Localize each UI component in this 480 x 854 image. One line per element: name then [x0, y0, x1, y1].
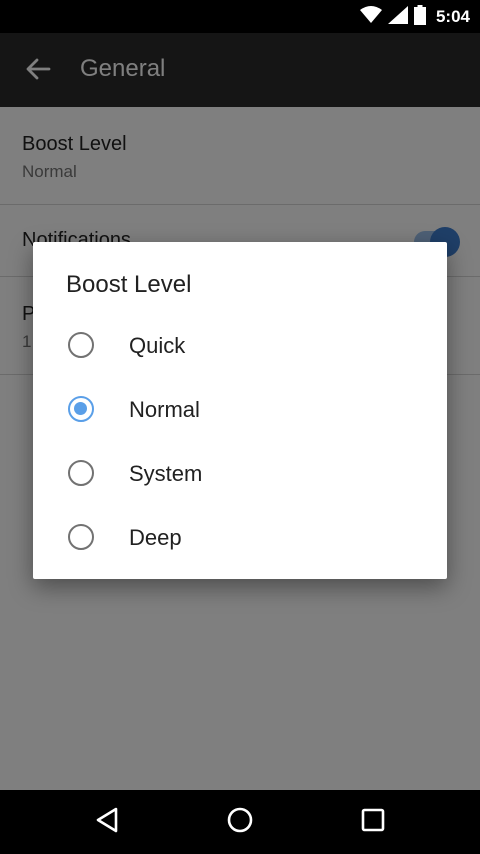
radio-button[interactable] — [68, 524, 94, 550]
radio-button[interactable] — [68, 332, 94, 358]
option-label: System — [129, 461, 203, 486]
option-label: Normal — [129, 397, 200, 422]
status-icons: 5:04 — [359, 4, 470, 30]
radio-button-checked[interactable] — [68, 396, 94, 422]
nav-back-button[interactable] — [89, 804, 125, 840]
option-quick[interactable]: Quick — [33, 313, 447, 377]
home-circle-icon — [226, 806, 254, 839]
option-normal[interactable]: Normal — [33, 377, 447, 441]
option-label: Quick — [129, 333, 186, 358]
navigation-bar — [0, 790, 480, 854]
signal-icon — [387, 5, 408, 29]
status-time: 5:04 — [435, 7, 470, 26]
status-bar: 5:04 — [0, 0, 480, 33]
recents-square-icon — [360, 807, 386, 838]
nav-recents-button[interactable] — [355, 804, 391, 840]
back-triangle-icon — [94, 806, 120, 839]
option-label: Deep — [129, 525, 182, 550]
wifi-icon — [359, 5, 382, 29]
nav-home-button[interactable] — [222, 804, 258, 840]
boost-level-dialog: Boost Level Quick Normal System Deep — [33, 242, 447, 579]
dialog-title: Boost Level — [66, 271, 192, 298]
option-deep[interactable]: Deep — [33, 505, 447, 569]
battery-icon — [413, 4, 426, 30]
radio-button[interactable] — [68, 460, 94, 486]
option-system[interactable]: System — [33, 441, 447, 505]
